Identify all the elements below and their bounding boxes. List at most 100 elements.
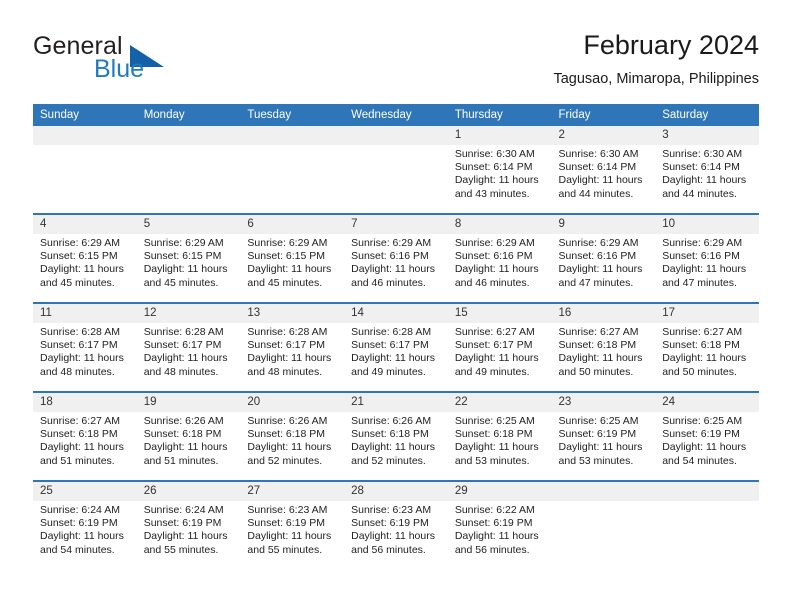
sunset-text: Sunset: 6:17 PM: [247, 339, 326, 352]
sunset-text: Sunset: 6:19 PM: [143, 517, 222, 530]
daylight-text: Daylight: 11 hours and 44 minutes.: [662, 174, 747, 200]
calendar-day-cell[interactable]: 5 Sunrise: 6:29 AM Sunset: 6:15 PM Daylight…: [136, 214, 241, 304]
day-details: Sunrise: 6:29 AM Sunset: 6:15 PM Daylight:…: [240, 234, 344, 290]
sunrise-text: Sunrise: 6:27 AM: [558, 326, 639, 338]
daylight-text: Daylight: 11 hours and 54 minutes.: [662, 441, 747, 467]
day-number: 16: [551, 304, 656, 323]
day-details: Sunrise: 6:27 AM Sunset: 6:17 PM Daylight:…: [448, 323, 552, 379]
daylight-text: Daylight: 11 hours and 53 minutes.: [454, 441, 539, 467]
calendar-day-cell[interactable]: 12 Sunrise: 6:28 AM Sunset: 6:17 PM Dayligh…: [136, 303, 241, 393]
calendar-day-cell[interactable]: 6 Sunrise: 6:29 AM Sunset: 6:15 PM Daylight…: [240, 214, 345, 304]
daylight-text: Daylight: 11 hours and 43 minutes.: [454, 174, 539, 200]
weekday-header-monday: Monday: [136, 104, 241, 126]
day-number: 20: [240, 393, 345, 412]
calendar-day-cell[interactable]: 7 Sunrise: 6:29 AM Sunset: 6:16 PM Daylight…: [344, 214, 448, 304]
daylight-text: Daylight: 11 hours and 52 minutes.: [351, 441, 435, 467]
sunrise-text: Sunrise: 6:30 AM: [558, 148, 639, 160]
calendar-day-cell-empty: [551, 481, 656, 569]
day-details: Sunrise: 6:29 AM Sunset: 6:16 PM Daylight:…: [448, 234, 552, 290]
daylight-text: Daylight: 11 hours and 55 minutes.: [247, 530, 332, 556]
calendar-day-cell[interactable]: 15 Sunrise: 6:27 AM Sunset: 6:17 PM Dayligh…: [447, 303, 552, 393]
day-details: Sunrise: 6:27 AM Sunset: 6:18 PM Daylight:…: [655, 323, 759, 379]
day-details: Sunrise: 6:29 AM Sunset: 6:15 PM Daylight:…: [33, 234, 137, 290]
daylight-text: Daylight: 11 hours and 48 minutes.: [247, 352, 332, 378]
day-number: 7: [344, 215, 448, 234]
day-number: 9: [551, 215, 656, 234]
weekday-header-sunday: Sunday: [33, 104, 137, 126]
sunrise-text: Sunrise: 6:25 AM: [662, 415, 743, 427]
calendar-day-cell[interactable]: 9 Sunrise: 6:29 AM Sunset: 6:16 PM Daylight…: [551, 214, 656, 304]
day-number: 23: [551, 393, 656, 412]
calendar-day-cell[interactable]: 16 Sunrise: 6:27 AM Sunset: 6:18 PM Dayligh…: [551, 303, 656, 393]
calendar-day-cell[interactable]: 1 Sunrise: 6:30 AM Sunset: 6:14 PM Daylight…: [447, 126, 552, 215]
calendar-day-cell[interactable]: 19 Sunrise: 6:26 AM Sunset: 6:18 PM Dayligh…: [136, 392, 241, 482]
sunset-text: Sunset: 6:19 PM: [351, 517, 429, 530]
calendar-day-cell[interactable]: 22 Sunrise: 6:25 AM Sunset: 6:18 PM Dayligh…: [447, 392, 552, 482]
sunset-text: Sunset: 6:17 PM: [143, 339, 222, 352]
sunset-text: Sunset: 6:18 PM: [558, 339, 637, 352]
calendar-day-cell[interactable]: 20 Sunrise: 6:26 AM Sunset: 6:18 PM Dayligh…: [240, 392, 345, 482]
sunset-text: Sunset: 6:17 PM: [454, 339, 533, 352]
daylight-text: Daylight: 11 hours and 49 minutes.: [351, 352, 435, 378]
day-number: 11: [33, 304, 137, 323]
calendar-day-cell-empty: [136, 126, 241, 215]
calendar-day-cell[interactable]: 21 Sunrise: 6:26 AM Sunset: 6:18 PM Dayligh…: [344, 392, 448, 482]
day-details: Sunrise: 6:27 AM Sunset: 6:18 PM Daylight:…: [33, 412, 137, 468]
calendar-day-cell[interactable]: 24 Sunrise: 6:25 AM Sunset: 6:19 PM Dayligh…: [655, 392, 759, 482]
sunset-text: Sunset: 6:17 PM: [40, 339, 118, 352]
calendar-day-cell[interactable]: 29 Sunrise: 6:22 AM Sunset: 6:19 PM Dayligh…: [447, 481, 552, 569]
calendar-day-cell[interactable]: 13 Sunrise: 6:28 AM Sunset: 6:17 PM Dayligh…: [240, 303, 345, 393]
day-number: 24: [655, 393, 759, 412]
day-details: Sunrise: 6:29 AM Sunset: 6:16 PM Daylight:…: [552, 234, 656, 290]
calendar-day-cell[interactable]: 28 Sunrise: 6:23 AM Sunset: 6:19 PM Dayligh…: [344, 481, 448, 569]
sunset-text: Sunset: 6:18 PM: [40, 428, 118, 441]
day-number: [33, 126, 137, 145]
sunrise-text: Sunrise: 6:29 AM: [558, 237, 639, 249]
day-number: 29: [447, 482, 552, 501]
daylight-text: Daylight: 11 hours and 45 minutes.: [143, 263, 228, 289]
day-number: 25: [33, 482, 137, 501]
daylight-text: Daylight: 11 hours and 50 minutes.: [662, 352, 747, 378]
day-details: Sunrise: 6:24 AM Sunset: 6:19 PM Daylight:…: [33, 501, 137, 557]
day-number: 21: [344, 393, 448, 412]
sunrise-text: Sunrise: 6:26 AM: [351, 415, 432, 427]
calendar-day-cell[interactable]: 10 Sunrise: 6:29 AM Sunset: 6:16 PM Dayligh…: [655, 214, 759, 304]
day-details: Sunrise: 6:28 AM Sunset: 6:17 PM Daylight:…: [240, 323, 344, 379]
weekday-header-saturday: Saturday: [655, 104, 759, 126]
day-details: Sunrise: 6:24 AM Sunset: 6:19 PM Daylight:…: [137, 501, 241, 557]
day-number: 13: [240, 304, 345, 323]
sunrise-text: Sunrise: 6:27 AM: [662, 326, 743, 338]
sunset-text: Sunset: 6:14 PM: [558, 161, 637, 174]
sunrise-text: Sunrise: 6:28 AM: [247, 326, 328, 338]
sunset-text: Sunset: 6:15 PM: [40, 250, 118, 263]
calendar-day-cell[interactable]: 11 Sunrise: 6:28 AM Sunset: 6:17 PM Dayligh…: [33, 303, 137, 393]
calendar-day-cell[interactable]: 26 Sunrise: 6:24 AM Sunset: 6:19 PM Dayligh…: [136, 481, 241, 569]
day-number: 4: [33, 215, 137, 234]
calendar-day-cell[interactable]: 14 Sunrise: 6:28 AM Sunset: 6:17 PM Dayligh…: [344, 303, 448, 393]
sunset-text: Sunset: 6:19 PM: [558, 428, 637, 441]
calendar-day-cell[interactable]: 8 Sunrise: 6:29 AM Sunset: 6:16 PM Daylight…: [447, 214, 552, 304]
calendar-day-cell[interactable]: 27 Sunrise: 6:23 AM Sunset: 6:19 PM Dayligh…: [240, 481, 345, 569]
day-number: 22: [447, 393, 552, 412]
calendar-day-cell[interactable]: 17 Sunrise: 6:27 AM Sunset: 6:18 PM Dayligh…: [655, 303, 759, 393]
calendar-day-cell[interactable]: 2 Sunrise: 6:30 AM Sunset: 6:14 PM Daylight…: [551, 126, 656, 215]
calendar-day-cell[interactable]: 18 Sunrise: 6:27 AM Sunset: 6:18 PM Dayligh…: [33, 392, 137, 482]
calendar-header-row: Sunday Monday Tuesday Wednesday Thursday…: [33, 104, 759, 126]
calendar-day-cell[interactable]: 23 Sunrise: 6:25 AM Sunset: 6:19 PM Dayligh…: [551, 392, 656, 482]
sunrise-text: Sunrise: 6:29 AM: [454, 237, 535, 249]
logo-text-blue: Blue: [94, 55, 145, 83]
calendar-week-row: 1 Sunrise: 6:30 AM Sunset: 6:14 PM Daylight…: [33, 126, 759, 215]
calendar-day-cell-empty: [655, 481, 759, 569]
day-number: 5: [136, 215, 241, 234]
sunset-text: Sunset: 6:15 PM: [247, 250, 326, 263]
sunrise-text: Sunrise: 6:28 AM: [351, 326, 432, 338]
sunrise-text: Sunrise: 6:23 AM: [351, 504, 432, 516]
calendar-day-cell[interactable]: 25 Sunrise: 6:24 AM Sunset: 6:19 PM Dayligh…: [33, 481, 137, 569]
sunrise-text: Sunrise: 6:25 AM: [454, 415, 535, 427]
calendar-day-cell[interactable]: 4 Sunrise: 6:29 AM Sunset: 6:15 PM Daylight…: [33, 214, 137, 304]
day-number: 19: [136, 393, 241, 412]
general-blue-logo[interactable]: General Blue: [33, 32, 253, 92]
weekday-header-wednesday: Wednesday: [344, 104, 448, 126]
calendar-day-cell[interactable]: 3 Sunrise: 6:30 AM Sunset: 6:14 PM Daylight…: [655, 126, 759, 215]
calendar-week-row: 4 Sunrise: 6:29 AM Sunset: 6:15 PM Daylight…: [33, 214, 759, 304]
